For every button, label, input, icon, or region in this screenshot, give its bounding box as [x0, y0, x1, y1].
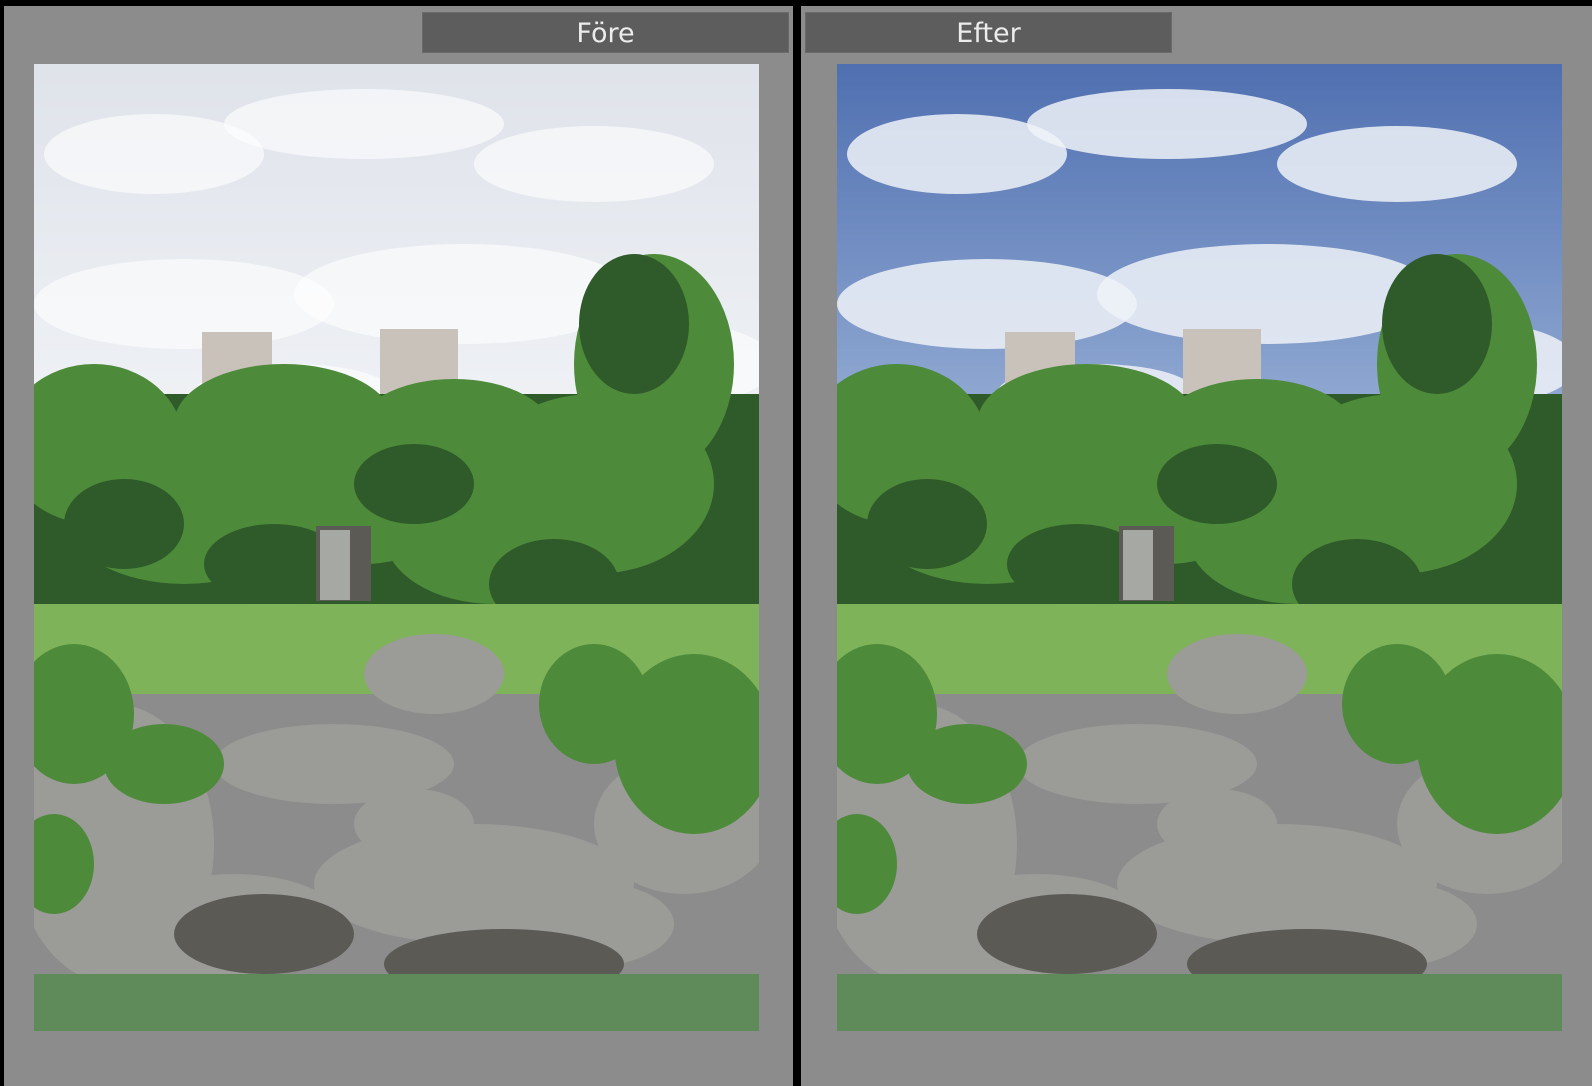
after-label: Efter [805, 12, 1172, 53]
garden-image-before [34, 64, 759, 1031]
pine [1157, 444, 1277, 524]
pond [837, 974, 1562, 1031]
cloud [224, 89, 504, 159]
shrub [1342, 644, 1452, 764]
falling-water [1123, 530, 1153, 600]
rock [364, 634, 504, 714]
pine [867, 479, 987, 569]
after-photo[interactable] [837, 64, 1562, 1031]
after-pane: Efter [801, 6, 1592, 1086]
rock [1167, 634, 1307, 714]
cloud [34, 259, 334, 349]
cloud [1277, 126, 1517, 202]
cloud [1027, 89, 1307, 159]
garden-image-after [837, 64, 1562, 1031]
pond [34, 974, 759, 1031]
pine [64, 479, 184, 569]
cloud [837, 259, 1137, 349]
rock-dark [174, 894, 354, 974]
pine [354, 444, 474, 524]
before-label: Före [422, 12, 789, 53]
before-photo[interactable] [34, 64, 759, 1031]
rock-dark [977, 894, 1157, 974]
pine [579, 254, 689, 394]
shrub [907, 724, 1027, 804]
cloud [474, 126, 714, 202]
rock [354, 789, 474, 859]
before-pane: Före [4, 6, 793, 1086]
shrub [539, 644, 649, 764]
rock [1157, 789, 1277, 859]
falling-water [320, 530, 350, 600]
shrub [104, 724, 224, 804]
pine [1382, 254, 1492, 394]
